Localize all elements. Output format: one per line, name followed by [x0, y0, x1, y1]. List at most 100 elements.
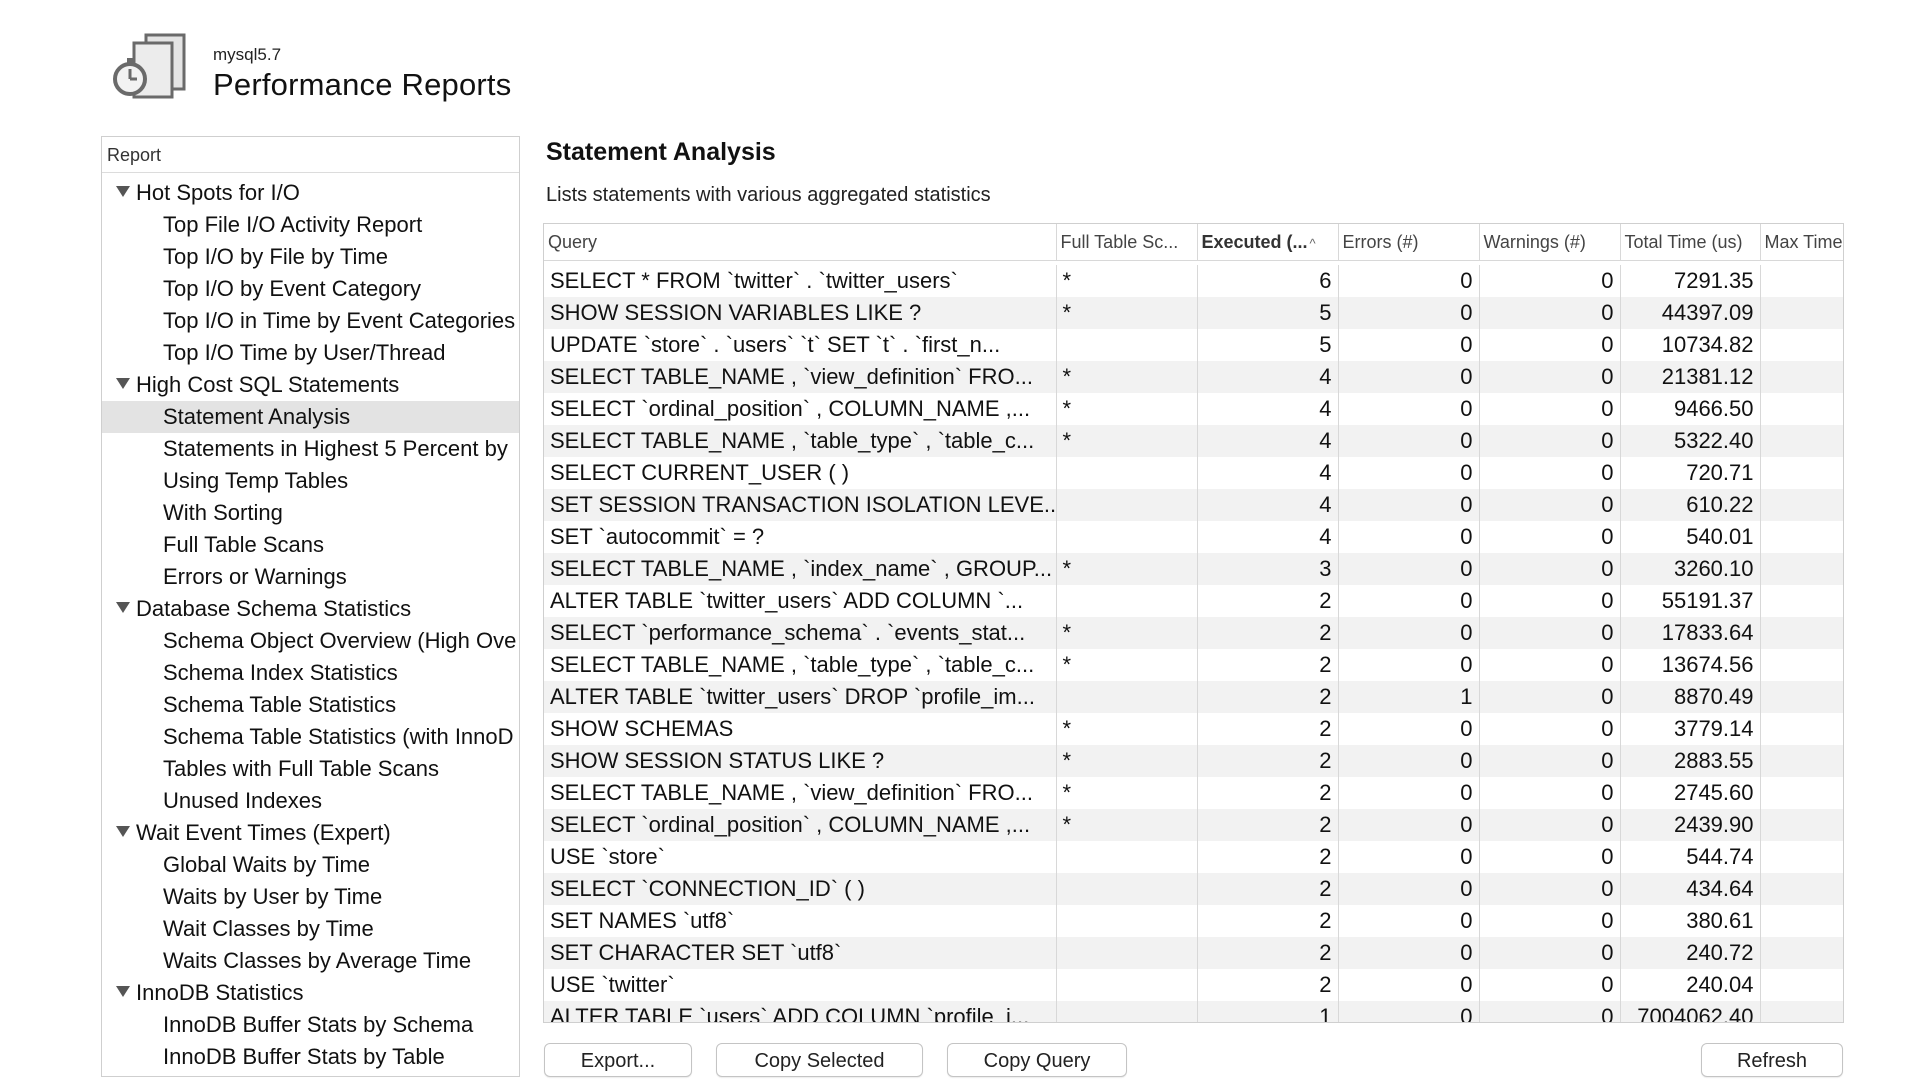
table-row[interactable]: SELECT TABLE_NAME , `view_definition` FR… — [544, 361, 1843, 393]
report-item[interactable]: Schema Object Overview (High Ove — [102, 625, 519, 657]
report-item[interactable]: Waits by User by Time — [102, 881, 519, 913]
table-row[interactable]: SELECT TABLE_NAME , `view_definition` FR… — [544, 777, 1843, 809]
report-item[interactable]: Statements in Highest 5 Percent by — [102, 433, 519, 465]
table-row[interactable]: SHOW SCHEMAS*2003779.14344 — [544, 713, 1843, 745]
column-header[interactable]: Total Time (us) — [1620, 224, 1761, 261]
table-cell: ALTER TABLE `twitter_users` ADD COLUMN `… — [544, 585, 1057, 617]
table-cell: 0 — [1338, 297, 1480, 329]
table-row[interactable]: SELECT TABLE_NAME , `table_type` , `tabl… — [544, 425, 1843, 457]
report-item[interactable]: Unused Indexes — [102, 785, 519, 817]
report-item[interactable]: Top I/O by Event Category — [102, 273, 519, 305]
table-cell: ALTER TABLE `users` ADD COLUMN `profile_… — [544, 1001, 1057, 1022]
table-row[interactable]: SELECT `performance_schema` . `events_st… — [544, 617, 1843, 649]
table-cell: 12 — [1760, 937, 1843, 969]
report-item[interactable]: Statement Analysis — [102, 401, 519, 433]
table-row[interactable]: SET SESSION TRANSACTION ISOLATION LEVE..… — [544, 489, 1843, 521]
column-header[interactable]: Errors (#) — [1338, 224, 1480, 261]
table-cell: SELECT `performance_schema` . `events_st… — [544, 617, 1057, 649]
report-item[interactable]: Top File I/O Activity Report — [102, 209, 519, 241]
table-cell: 2745.60 — [1620, 777, 1761, 809]
table-row[interactable]: SELECT `CONNECTION_ID` ( )200434.6424 — [544, 873, 1843, 905]
table-header-row: Query Full Table Sc... Executed (... ^ Error… — [544, 224, 1843, 261]
tree-group[interactable]: Hot Spots for I/O — [102, 177, 519, 209]
report-item[interactable]: With Sorting — [102, 497, 519, 529]
table-cell: 153 — [1760, 777, 1843, 809]
table-cell: 3 — [1197, 553, 1339, 585]
refresh-button[interactable]: Refresh — [1701, 1043, 1843, 1077]
report-description: Lists statements with various aggregated… — [546, 184, 991, 206]
table-row[interactable]: UPDATE `store` . `users` `t` SET `t` . `… — [544, 329, 1843, 361]
column-header[interactable]: Executed (... ^ — [1197, 224, 1339, 261]
table-cell: 6 — [1197, 265, 1339, 297]
report-item[interactable]: Global Waits by Time — [102, 849, 519, 881]
report-item[interactable]: Errors or Warnings — [102, 561, 519, 593]
table-row[interactable]: ALTER TABLE `users` ADD COLUMN `profile_… — [544, 1001, 1843, 1022]
report-tree: Hot Spots for I/O Top File I/O Activity R… — [102, 173, 519, 1073]
statement-table[interactable]: Query Full Table Sc... Executed (... ^ Error… — [543, 223, 1844, 1023]
report-item[interactable]: Wait Classes by Time — [102, 913, 519, 945]
report-item[interactable]: Waits Classes by Average Time — [102, 945, 519, 977]
table-row[interactable]: SELECT TABLE_NAME , `index_name` , GROUP… — [544, 553, 1843, 585]
tree-group[interactable]: High Cost SQL Statements — [102, 369, 519, 401]
table-cell: * — [1056, 393, 1198, 425]
column-header[interactable]: Warnings (#) — [1479, 224, 1621, 261]
table-cell: 25 — [1760, 905, 1843, 937]
report-item[interactable]: InnoDB Buffer Stats by Table — [102, 1041, 519, 1073]
report-item[interactable]: Tables with Full Table Scans — [102, 753, 519, 785]
report-item[interactable]: Schema Index Statistics — [102, 657, 519, 689]
table-cell: 0 — [1479, 297, 1621, 329]
table-cell: 0 — [1479, 553, 1621, 585]
copy-selected-button[interactable]: Copy Selected — [716, 1043, 923, 1077]
table-row[interactable]: SET NAMES `utf8`200380.6125 — [544, 905, 1843, 937]
table-cell: 44397.09 — [1620, 297, 1761, 329]
table-row[interactable]: SELECT `ordinal_position` , COLUMN_NAME … — [544, 393, 1843, 425]
table-cell: 0 — [1479, 329, 1621, 361]
table-row[interactable]: USE `store`200544.7439 — [544, 841, 1843, 873]
report-item[interactable]: Schema Table Statistics — [102, 689, 519, 721]
report-item[interactable]: Top I/O by File by Time — [102, 241, 519, 273]
table-row[interactable]: SELECT `ordinal_position` , COLUMN_NAME … — [544, 809, 1843, 841]
disclosure-triangle-icon[interactable] — [116, 185, 130, 197]
report-item[interactable]: Top I/O Time by User/Thread — [102, 337, 519, 369]
table-row[interactable]: SELECT TABLE_NAME , `table_type` , `tabl… — [544, 649, 1843, 681]
table-cell: 0 — [1479, 361, 1621, 393]
table-row[interactable]: USE `twitter`200240.0413 — [544, 969, 1843, 1001]
report-item[interactable]: Full Table Scans — [102, 529, 519, 561]
table-cell: * — [1056, 809, 1198, 841]
column-header[interactable]: Query — [544, 224, 1057, 261]
table-cell: 0 — [1479, 777, 1621, 809]
table-cell: 4 — [1197, 457, 1339, 489]
table-row[interactable]: ALTER TABLE `twitter_users` DROP `profil… — [544, 681, 1843, 713]
table-row[interactable]: SET CHARACTER SET `utf8`200240.7212 — [544, 937, 1843, 969]
table-cell: 2439.90 — [1620, 809, 1761, 841]
column-header[interactable]: Max Time — [1760, 224, 1843, 261]
export-button[interactable]: Export... — [544, 1043, 692, 1077]
tree-group[interactable]: Wait Event Times (Expert) — [102, 817, 519, 849]
report-item[interactable]: Top I/O in Time by Event Categories — [102, 305, 519, 337]
report-item[interactable]: InnoDB Buffer Stats by Schema — [102, 1009, 519, 1041]
table-cell: 2 — [1197, 777, 1339, 809]
table-cell: 8870.49 — [1620, 681, 1761, 713]
copy-query-button[interactable]: Copy Query — [947, 1043, 1127, 1077]
report-item[interactable]: Using Temp Tables — [102, 465, 519, 497]
disclosure-triangle-icon[interactable] — [116, 601, 130, 613]
disclosure-triangle-icon[interactable] — [116, 825, 130, 837]
table-cell: 9466.50 — [1620, 393, 1761, 425]
table-cell — [1056, 457, 1198, 489]
table-row[interactable]: SHOW SESSION STATUS LIKE ?*2002883.55160 — [544, 745, 1843, 777]
table-row[interactable]: SELECT * FROM `twitter` . `twitter_users… — [544, 265, 1843, 297]
table-cell: 1285 — [1760, 649, 1843, 681]
table-cell: 0 — [1338, 585, 1480, 617]
report-item[interactable]: Schema Table Statistics (with InnoD — [102, 721, 519, 753]
table-cell: 0 — [1338, 841, 1480, 873]
table-row[interactable]: ALTER TABLE `twitter_users` ADD COLUMN `… — [544, 585, 1843, 617]
table-row[interactable]: SELECT CURRENT_USER ( )400720.7125 — [544, 457, 1843, 489]
table-row[interactable]: SET `autocommit` = ?400540.0116 — [544, 521, 1843, 553]
disclosure-triangle-icon[interactable] — [116, 985, 130, 997]
column-header[interactable]: Full Table Sc... — [1056, 224, 1198, 261]
disclosure-triangle-icon[interactable] — [116, 377, 130, 389]
table-cell — [1056, 489, 1198, 521]
tree-group[interactable]: InnoDB Statistics — [102, 977, 519, 1009]
table-row[interactable]: SHOW SESSION VARIABLES LIKE ? * 5 0 0 44397.0… — [544, 297, 1843, 329]
tree-group[interactable]: Database Schema Statistics — [102, 593, 519, 625]
